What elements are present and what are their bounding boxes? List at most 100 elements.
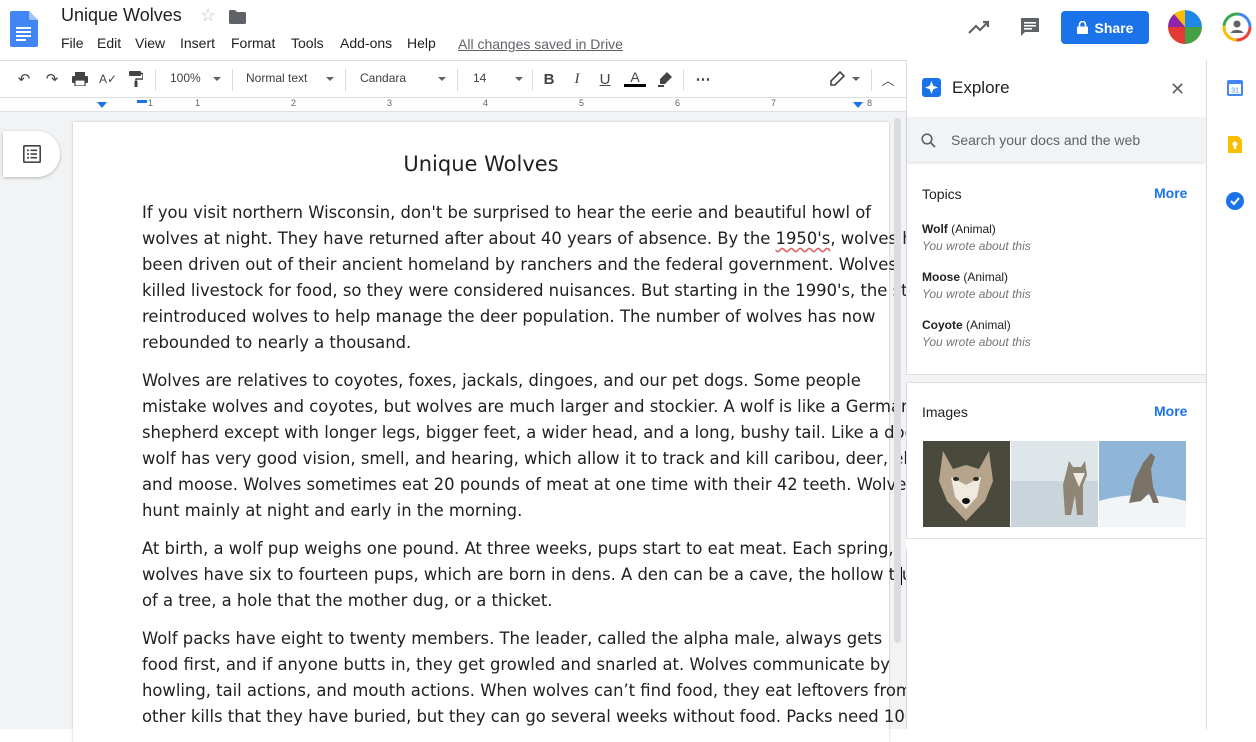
highlight-icon[interactable]	[656, 70, 674, 88]
first-line-indent-marker[interactable]	[137, 100, 147, 103]
zoom-dropdown-icon[interactable]	[213, 77, 221, 81]
bold-icon[interactable]: B	[540, 70, 558, 88]
left-indent-marker[interactable]	[97, 102, 107, 108]
side-apps-rail: 31	[1206, 60, 1256, 729]
formatting-toolbar: ↶ ↷ A✓ 100% Normal text Candara 14 B I U…	[0, 60, 906, 98]
account-avatar[interactable]	[1168, 10, 1202, 44]
comment-icon[interactable]	[1019, 16, 1041, 38]
edit-mode-dropdown-icon[interactable]	[852, 77, 860, 81]
ruler-number: 3	[387, 98, 393, 108]
ruler-number: 4	[483, 98, 489, 108]
paragraph[interactable]: Wolves are relatives to coyotes, foxes, …	[102, 368, 935, 524]
underline-icon[interactable]: U	[596, 70, 614, 88]
text-line: wolf has very good vision, smell, and he…	[142, 449, 923, 468]
menu-help[interactable]: Help	[407, 35, 436, 51]
text-line: other kills that they have buried, but t…	[142, 707, 937, 726]
text-line: Wolf packs have eight to twenty members.…	[142, 629, 883, 648]
topic-note: You wrote about this	[922, 239, 1031, 253]
document-scrollbar[interactable]	[894, 118, 901, 643]
document-title[interactable]: Unique Wolves	[61, 5, 182, 26]
save-status-link[interactable]: All changes saved in Drive	[458, 36, 623, 52]
ruler: 1 1 2 3 4 5 6 7 8	[0, 98, 906, 112]
more-icon[interactable]: ⋯	[694, 70, 712, 88]
explore-title: Explore	[952, 78, 1010, 97]
document-body[interactable]: If you visit northern Wisconsin, don't b…	[102, 200, 937, 742]
ruler-number: 1	[148, 98, 154, 108]
topic-item[interactable]: Moose (Animal)	[922, 270, 1008, 284]
text-line: At birth, a wolf pup weighs one pound. A…	[142, 539, 894, 558]
redo-icon[interactable]: ↷	[43, 70, 61, 88]
style-select[interactable]: Normal text	[246, 71, 307, 85]
right-indent-marker[interactable]	[853, 102, 863, 108]
search-placeholder[interactable]: Search your docs and the web	[951, 132, 1140, 148]
close-icon[interactable]: ✕	[1170, 79, 1185, 100]
menu-tools[interactable]: Tools	[291, 35, 324, 51]
topic-note: You wrote about this	[922, 287, 1031, 301]
images-more-link[interactable]: More	[1154, 403, 1187, 419]
text-line: howling, tail actions, and mouth actions…	[142, 681, 912, 700]
paragraph[interactable]: Wolf packs have eight to twenty members.…	[102, 626, 937, 730]
topics-more-link[interactable]: More	[1154, 185, 1187, 201]
trending-icon[interactable]	[966, 16, 992, 38]
text-line: hunt mainly at night and early in the mo…	[142, 501, 523, 520]
share-label: Share	[1094, 19, 1134, 36]
print-icon[interactable]	[71, 70, 89, 88]
explore-icon	[922, 78, 941, 97]
howling-wolf-image-thumbnail[interactable]	[1099, 441, 1186, 527]
paragraph[interactable]: At birth, a wolf pup weighs one pound. A…	[102, 536, 932, 614]
text-line: been driven out of their ancient homelan…	[142, 255, 897, 274]
text-line: wolves at night. They have returned afte…	[142, 229, 934, 248]
font-size-dropdown-icon[interactable]	[515, 77, 523, 81]
outline-button[interactable]	[3, 131, 60, 177]
spellcheck-icon[interactable]: A✓	[99, 70, 117, 88]
style-dropdown-icon[interactable]	[326, 77, 334, 81]
tasks-icon[interactable]	[1226, 192, 1244, 210]
paint-format-icon[interactable]	[127, 70, 145, 88]
svg-text:31: 31	[1231, 88, 1239, 95]
section-divider	[906, 538, 1206, 548]
text-line: rebounded to nearly a thousand.	[142, 333, 412, 352]
text-line: Wolves are relatives to coyotes, foxes, …	[142, 371, 861, 390]
text-line: of a tree, a hole that the mother dug, o…	[142, 591, 553, 610]
italic-icon[interactable]: I	[568, 70, 586, 88]
menu-insert[interactable]: Insert	[180, 35, 215, 51]
ruler-number: 2	[291, 98, 297, 108]
wolf-image-thumbnail[interactable]	[923, 441, 1010, 527]
ruler-number: 7	[771, 98, 777, 108]
menu-file[interactable]: File	[61, 35, 84, 51]
undo-icon[interactable]: ↶	[15, 70, 33, 88]
menu-format[interactable]: Format	[231, 35, 275, 51]
text-line: mistake wolves and coyotes, but wolves a…	[142, 397, 912, 416]
text-line: food first, and if anyone butts in, they…	[142, 655, 890, 674]
ruler-number: 1	[195, 98, 201, 108]
menu-view[interactable]: View	[135, 35, 165, 51]
zoom-select[interactable]: 100%	[170, 71, 201, 85]
paragraph[interactable]: If you visit northern Wisconsin, don't b…	[102, 200, 934, 356]
keep-icon[interactable]	[1228, 136, 1242, 153]
folder-icon[interactable]	[229, 10, 246, 24]
text-color-icon[interactable]: A	[624, 70, 646, 88]
menu-addons[interactable]: Add-ons	[340, 35, 392, 51]
images-title: Images	[922, 404, 968, 420]
google-account-icon[interactable]	[1222, 12, 1252, 42]
edit-mode-icon[interactable]	[828, 70, 846, 88]
font-size-select[interactable]: 14	[473, 71, 486, 85]
misspelled-word[interactable]: 1950's	[776, 229, 831, 248]
topic-item[interactable]: Coyote (Animal)	[922, 318, 1011, 332]
document-heading[interactable]: Unique Wolves	[73, 152, 889, 176]
collapse-icon[interactable]: ︿	[879, 70, 897, 88]
topic-item[interactable]: Wolf (Animal)	[922, 222, 996, 236]
text-line: If you visit northern Wisconsin, don't b…	[142, 203, 872, 222]
text-line: reintroduced wolves to help manage the d…	[142, 307, 876, 326]
ruler-number: 6	[675, 98, 681, 108]
star-icon[interactable]: ☆	[200, 5, 216, 26]
menu-edit[interactable]: Edit	[97, 35, 121, 51]
font-select[interactable]: Candara	[360, 71, 406, 85]
calendar-icon[interactable]: 31	[1227, 80, 1243, 96]
docs-logo-icon[interactable]	[10, 11, 38, 47]
wolf-snow-image-thumbnail[interactable]	[1011, 441, 1098, 527]
font-dropdown-icon[interactable]	[438, 77, 446, 81]
share-button[interactable]: Share	[1061, 11, 1149, 44]
topics-title: Topics	[922, 186, 962, 202]
lock-icon	[1076, 21, 1088, 34]
